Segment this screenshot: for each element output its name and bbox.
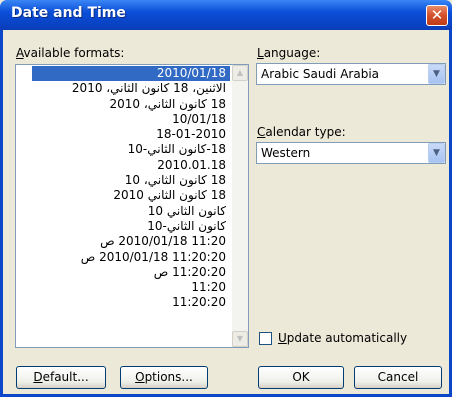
- format-list-item[interactable]: كانون الثاني-10: [16, 219, 232, 234]
- calendar-type-label: Calendar type:: [257, 125, 346, 139]
- calendar-type-select[interactable]: Western ▼: [256, 142, 446, 164]
- dialog-title: Date and Time: [11, 5, 126, 21]
- format-list-item[interactable]: 2010.01.18: [16, 158, 232, 173]
- format-list-item[interactable]: 2010/01/18: [32, 66, 230, 82]
- close-button[interactable]: ✕: [426, 5, 448, 26]
- default-button[interactable]: Default...: [16, 366, 106, 389]
- window-frame-left: [0, 30, 3, 397]
- scroll-down-button[interactable]: ▼: [232, 331, 248, 347]
- format-list-item[interactable]: 18 كانون الثاني 2010: [16, 188, 232, 203]
- format-list-item[interactable]: 11:20 2010/01/18 ص: [16, 234, 232, 249]
- format-list-item[interactable]: كانون الثاني 10: [16, 204, 232, 219]
- date-and-time-dialog: Date and Time ✕ Available formats: 2010/…: [0, 0, 452, 397]
- options-button[interactable]: Options...: [120, 366, 208, 389]
- close-icon: ✕: [430, 6, 444, 24]
- format-list-item[interactable]: 18-كانون الثاني-10: [16, 142, 232, 157]
- format-list-item[interactable]: 18-01-2010: [16, 127, 232, 142]
- format-list-item[interactable]: 10/01/18: [16, 112, 232, 127]
- language-dropdown-button[interactable]: ▼: [428, 64, 445, 84]
- format-list-item[interactable]: 11:20: [16, 280, 232, 295]
- available-formats-list[interactable]: 2010/01/18 الاثنين، 18 كانون الثاني، 2010…: [15, 64, 249, 348]
- language-select[interactable]: Arabic Saudi Arabia ▼: [256, 63, 446, 85]
- scroll-up-button[interactable]: ▲: [232, 65, 248, 81]
- cancel-button[interactable]: Cancel: [354, 366, 442, 389]
- format-list-item[interactable]: 11:20:20: [16, 295, 232, 310]
- chevron-down-icon: ▼: [433, 69, 440, 79]
- calendar-type-dropdown-button[interactable]: ▼: [428, 143, 445, 163]
- chevron-down-icon: ▼: [433, 148, 440, 158]
- update-automatically-checkbox[interactable]: [259, 332, 272, 345]
- title-bar[interactable]: Date and Time ✕: [0, 0, 452, 30]
- format-list-item[interactable]: 18 كانون الثاني، 2010: [16, 97, 232, 112]
- available-formats-label: Available formats:: [16, 46, 125, 60]
- format-list-item[interactable]: الاثنين، 18 كانون الثاني، 2010: [16, 81, 232, 96]
- language-value: Arabic Saudi Arabia: [261, 67, 380, 81]
- ok-button[interactable]: OK: [258, 366, 344, 389]
- list-scrollbar[interactable]: ▲ ▼: [232, 65, 248, 347]
- calendar-type-value: Western: [261, 146, 311, 160]
- format-list-item[interactable]: 11:20:20 2010/01/18 ص: [16, 250, 232, 265]
- format-list-item[interactable]: 18 كانون الثاني، 10: [16, 173, 232, 188]
- language-label: Language:: [257, 46, 321, 60]
- update-automatically-label[interactable]: Update automatically: [278, 331, 407, 345]
- format-list-item[interactable]: 11:20:20 ص: [16, 265, 232, 280]
- scroll-down-icon: ▼: [236, 334, 244, 343]
- format-items: 2010/01/18 الاثنين، 18 كانون الثاني، 2010…: [16, 65, 232, 311]
- scroll-up-icon: ▲: [236, 68, 244, 77]
